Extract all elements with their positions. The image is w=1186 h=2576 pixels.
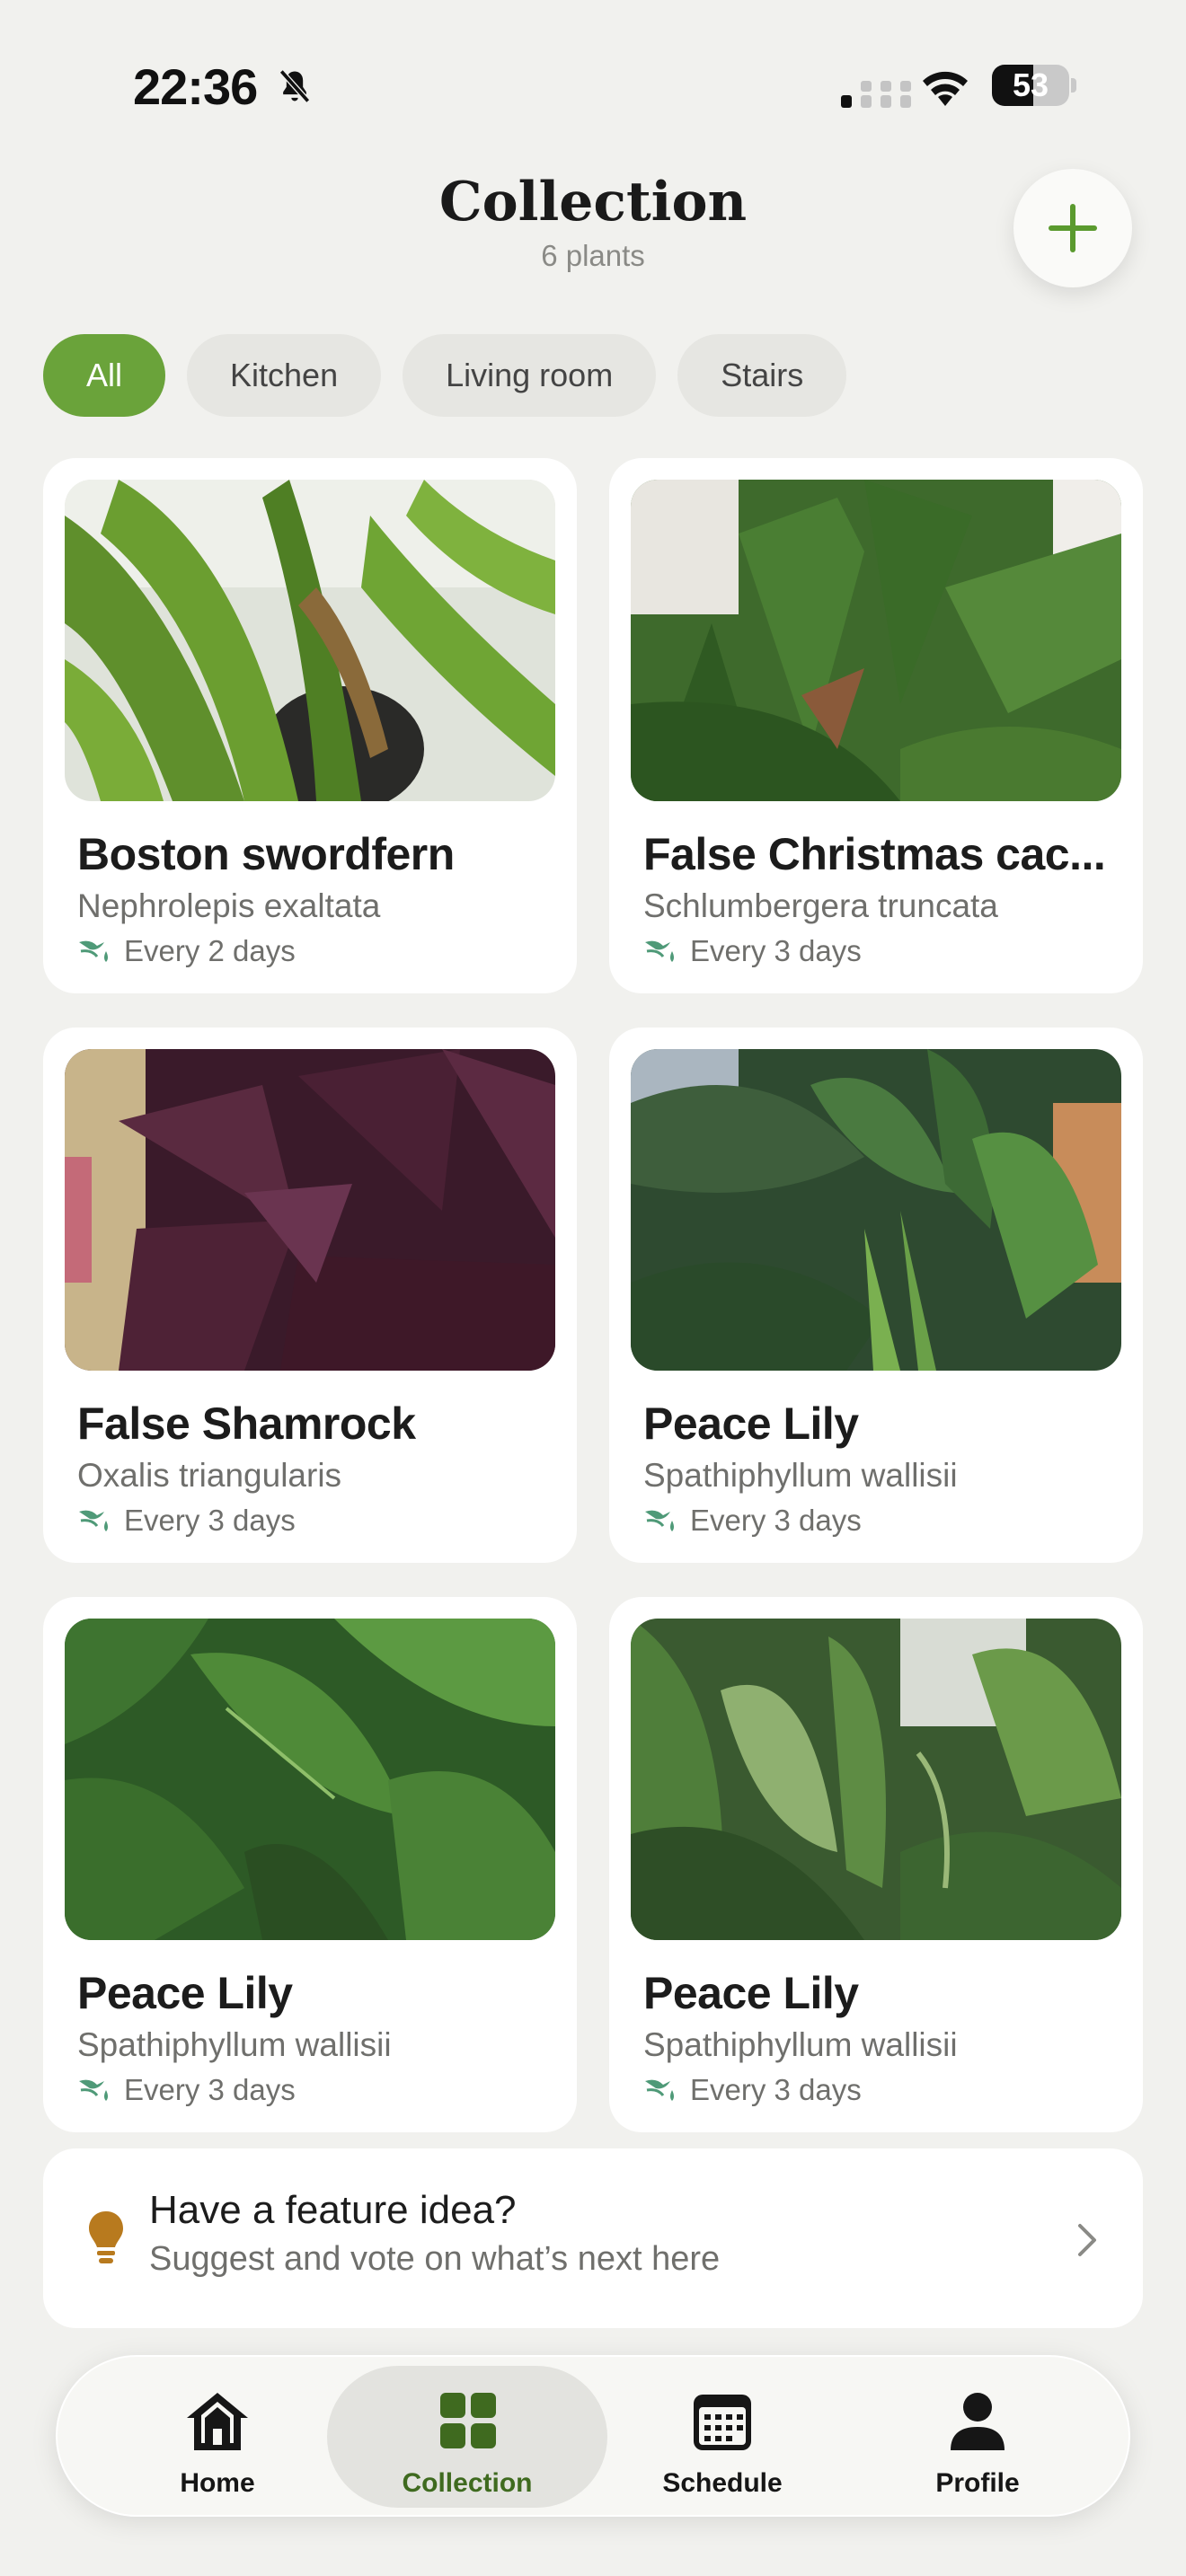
battery-indicator: 53 bbox=[992, 65, 1076, 106]
plant-scientific-name: Spathiphyllum wallisii bbox=[77, 2026, 392, 2063]
plant-name: False Christmas cac... bbox=[643, 829, 1106, 879]
page-title: Collection bbox=[438, 171, 748, 234]
plant-card[interactable]: Peace Lily Spathiphyllum wallisii Every … bbox=[609, 1028, 1143, 1563]
cellular-signal-icon bbox=[841, 81, 911, 108]
tab-label: Schedule bbox=[662, 2468, 783, 2498]
watering-frequency: Every 3 days bbox=[124, 1504, 296, 1537]
tab-schedule[interactable]: Schedule bbox=[582, 2366, 863, 2508]
tab-label: Collection bbox=[402, 2468, 533, 2498]
watering-icon bbox=[79, 1510, 108, 1531]
watering-icon bbox=[645, 1510, 674, 1531]
status-time: 22:36 bbox=[133, 58, 258, 115]
plant-card[interactable]: False Shamrock Oxalis triangularis Every… bbox=[43, 1028, 577, 1563]
tab-profile[interactable]: Profile bbox=[837, 2366, 1118, 2508]
bottom-tab-bar: Home Collection Schedule Profile bbox=[56, 2355, 1130, 2517]
watering-icon bbox=[79, 2079, 108, 2101]
watering-info: Every 3 days bbox=[77, 2073, 543, 2107]
filter-chip-stairs[interactable]: Stairs bbox=[677, 334, 847, 417]
house-icon bbox=[187, 2393, 248, 2450]
plant-card[interactable]: Peace Lily Spathiphyllum wallisii Every … bbox=[43, 1597, 577, 2132]
plant-name: False Shamrock bbox=[77, 1398, 416, 1449]
add-plant-button[interactable] bbox=[1013, 169, 1132, 287]
plant-photo-fern bbox=[65, 480, 555, 801]
plant-name: Peace Lily bbox=[643, 1968, 859, 2018]
watering-icon bbox=[645, 940, 674, 962]
tab-label: Profile bbox=[935, 2468, 1020, 2498]
feature-idea-title: Have a feature idea? bbox=[149, 2188, 517, 2232]
watering-info: Every 3 days bbox=[643, 1504, 1109, 1538]
lightbulb-icon bbox=[89, 2211, 123, 2263]
filter-chip-living-room[interactable]: Living room bbox=[403, 334, 657, 417]
watering-icon bbox=[79, 940, 108, 962]
watering-icon bbox=[645, 2079, 674, 2101]
plus-icon bbox=[1049, 204, 1097, 252]
watering-info: Every 3 days bbox=[77, 1504, 543, 1538]
tab-label: Home bbox=[180, 2468, 255, 2498]
plant-scientific-name: Spathiphyllum wallisii bbox=[643, 1457, 958, 1494]
watering-frequency: Every 3 days bbox=[690, 1504, 862, 1537]
person-icon bbox=[951, 2393, 1005, 2450]
watering-info: Every 3 days bbox=[643, 2073, 1109, 2107]
wifi-icon bbox=[923, 71, 968, 106]
tab-home[interactable]: Home bbox=[77, 2366, 358, 2508]
watering-frequency: Every 2 days bbox=[124, 934, 296, 967]
bell-muted-icon bbox=[279, 69, 311, 103]
plant-name: Peace Lily bbox=[77, 1968, 293, 2018]
chevron-right-icon bbox=[1078, 2224, 1096, 2256]
plant-name: Peace Lily bbox=[643, 1398, 859, 1449]
plant-card[interactable]: False Christmas cac... Schlumbergera tru… bbox=[609, 458, 1143, 993]
plant-card[interactable]: Peace Lily Spathiphyllum wallisii Every … bbox=[609, 1597, 1143, 2132]
filter-chip-kitchen[interactable]: Kitchen bbox=[187, 334, 382, 417]
plant-photo-christmas-cactus bbox=[631, 480, 1121, 801]
plant-scientific-name: Schlumbergera truncata bbox=[643, 887, 998, 924]
watering-info: Every 2 days bbox=[77, 934, 543, 968]
watering-frequency: Every 3 days bbox=[690, 934, 862, 967]
battery-percentage: 53 bbox=[1012, 66, 1049, 103]
plant-scientific-name: Oxalis triangularis bbox=[77, 1457, 342, 1494]
watering-info: Every 3 days bbox=[643, 934, 1109, 968]
status-bar: 22:36 53 bbox=[0, 0, 1186, 135]
feature-idea-subtitle: Suggest and vote on what’s next here bbox=[149, 2240, 721, 2278]
plant-photo-peace-lily bbox=[631, 1619, 1121, 1940]
tab-collection[interactable]: Collection bbox=[327, 2366, 607, 2508]
plant-photo-shamrock bbox=[65, 1049, 555, 1371]
plant-scientific-name: Spathiphyllum wallisii bbox=[643, 2026, 958, 2063]
plant-photo-peace-lily bbox=[65, 1619, 555, 1940]
plant-scientific-name: Nephrolepis exaltata bbox=[77, 887, 381, 924]
watering-frequency: Every 3 days bbox=[690, 2073, 862, 2106]
plant-grid: Boston swordfern Nephrolepis exaltata Ev… bbox=[43, 458, 1143, 2132]
plant-name: Boston swordfern bbox=[77, 829, 455, 879]
calendar-icon bbox=[694, 2395, 751, 2450]
watering-frequency: Every 3 days bbox=[124, 2073, 296, 2106]
feature-idea-card[interactable]: Have a feature idea? Suggest and vote on… bbox=[43, 2148, 1143, 2328]
plant-count: 6 plants bbox=[541, 239, 645, 272]
filter-chip-all[interactable]: All bbox=[43, 334, 166, 417]
plant-photo-peace-lily bbox=[631, 1049, 1121, 1371]
room-filter-bar: All Kitchen Living room Stairs bbox=[43, 334, 847, 417]
plant-card[interactable]: Boston swordfern Nephrolepis exaltata Ev… bbox=[43, 458, 577, 993]
grid-icon bbox=[440, 2393, 496, 2448]
